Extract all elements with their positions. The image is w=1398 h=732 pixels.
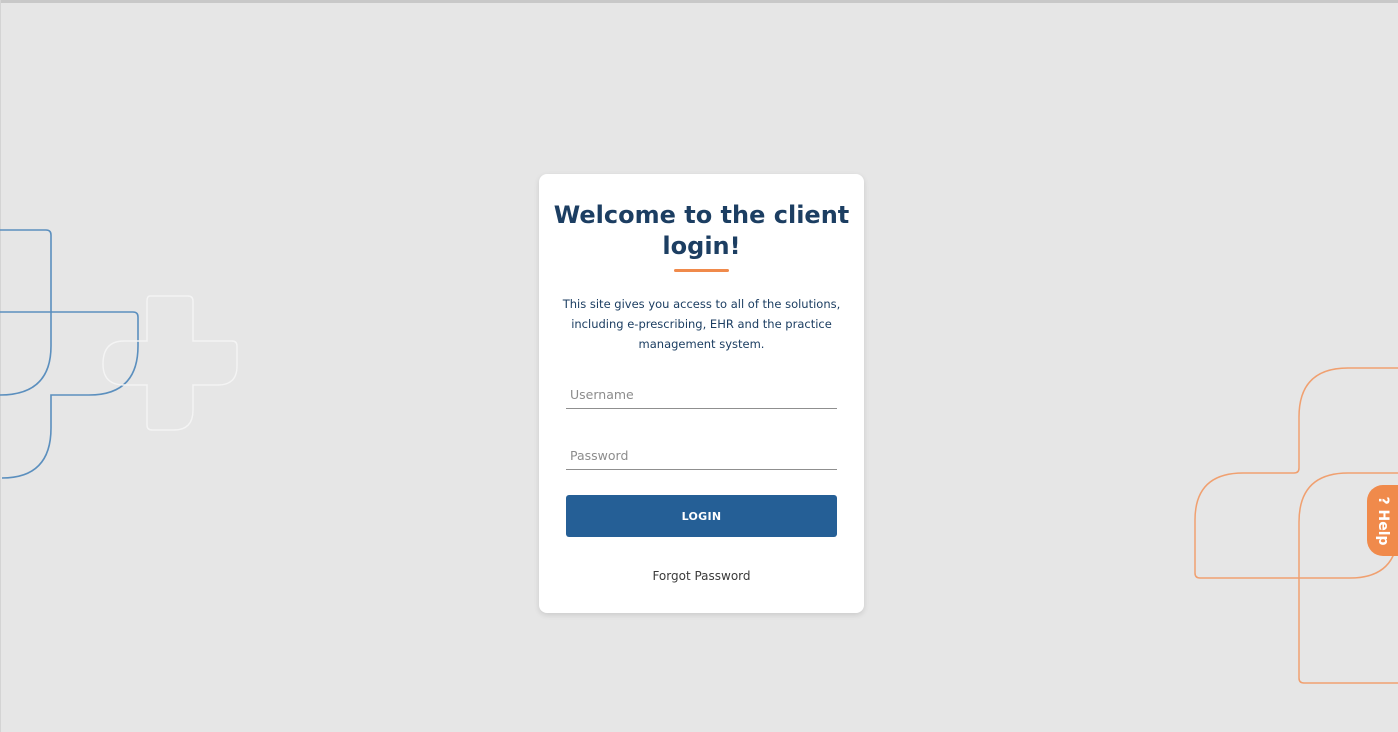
intro-text: This site gives you access to all of the… bbox=[562, 297, 841, 351]
login-button[interactable]: LOGIN bbox=[566, 495, 837, 537]
username-input[interactable] bbox=[566, 381, 837, 409]
title-underline bbox=[674, 269, 729, 272]
help-tab[interactable]: ? Help bbox=[1367, 485, 1398, 556]
decor-cross-right-icon bbox=[1194, 367, 1398, 684]
help-label: Help bbox=[1374, 508, 1391, 546]
help-label-group: ? Help bbox=[1375, 496, 1391, 545]
page-title: Welcome to the client login! bbox=[553, 201, 850, 260]
question-mark-icon: ? bbox=[1374, 495, 1391, 505]
forgot-password-link[interactable]: Forgot Password bbox=[539, 569, 864, 583]
login-page: Welcome to the client login! This site g… bbox=[0, 0, 1398, 732]
decor-cross-left-icon bbox=[0, 229, 238, 479]
password-input[interactable] bbox=[566, 442, 837, 470]
top-border bbox=[0, 0, 1398, 3]
login-card: Welcome to the client login! This site g… bbox=[539, 174, 864, 613]
